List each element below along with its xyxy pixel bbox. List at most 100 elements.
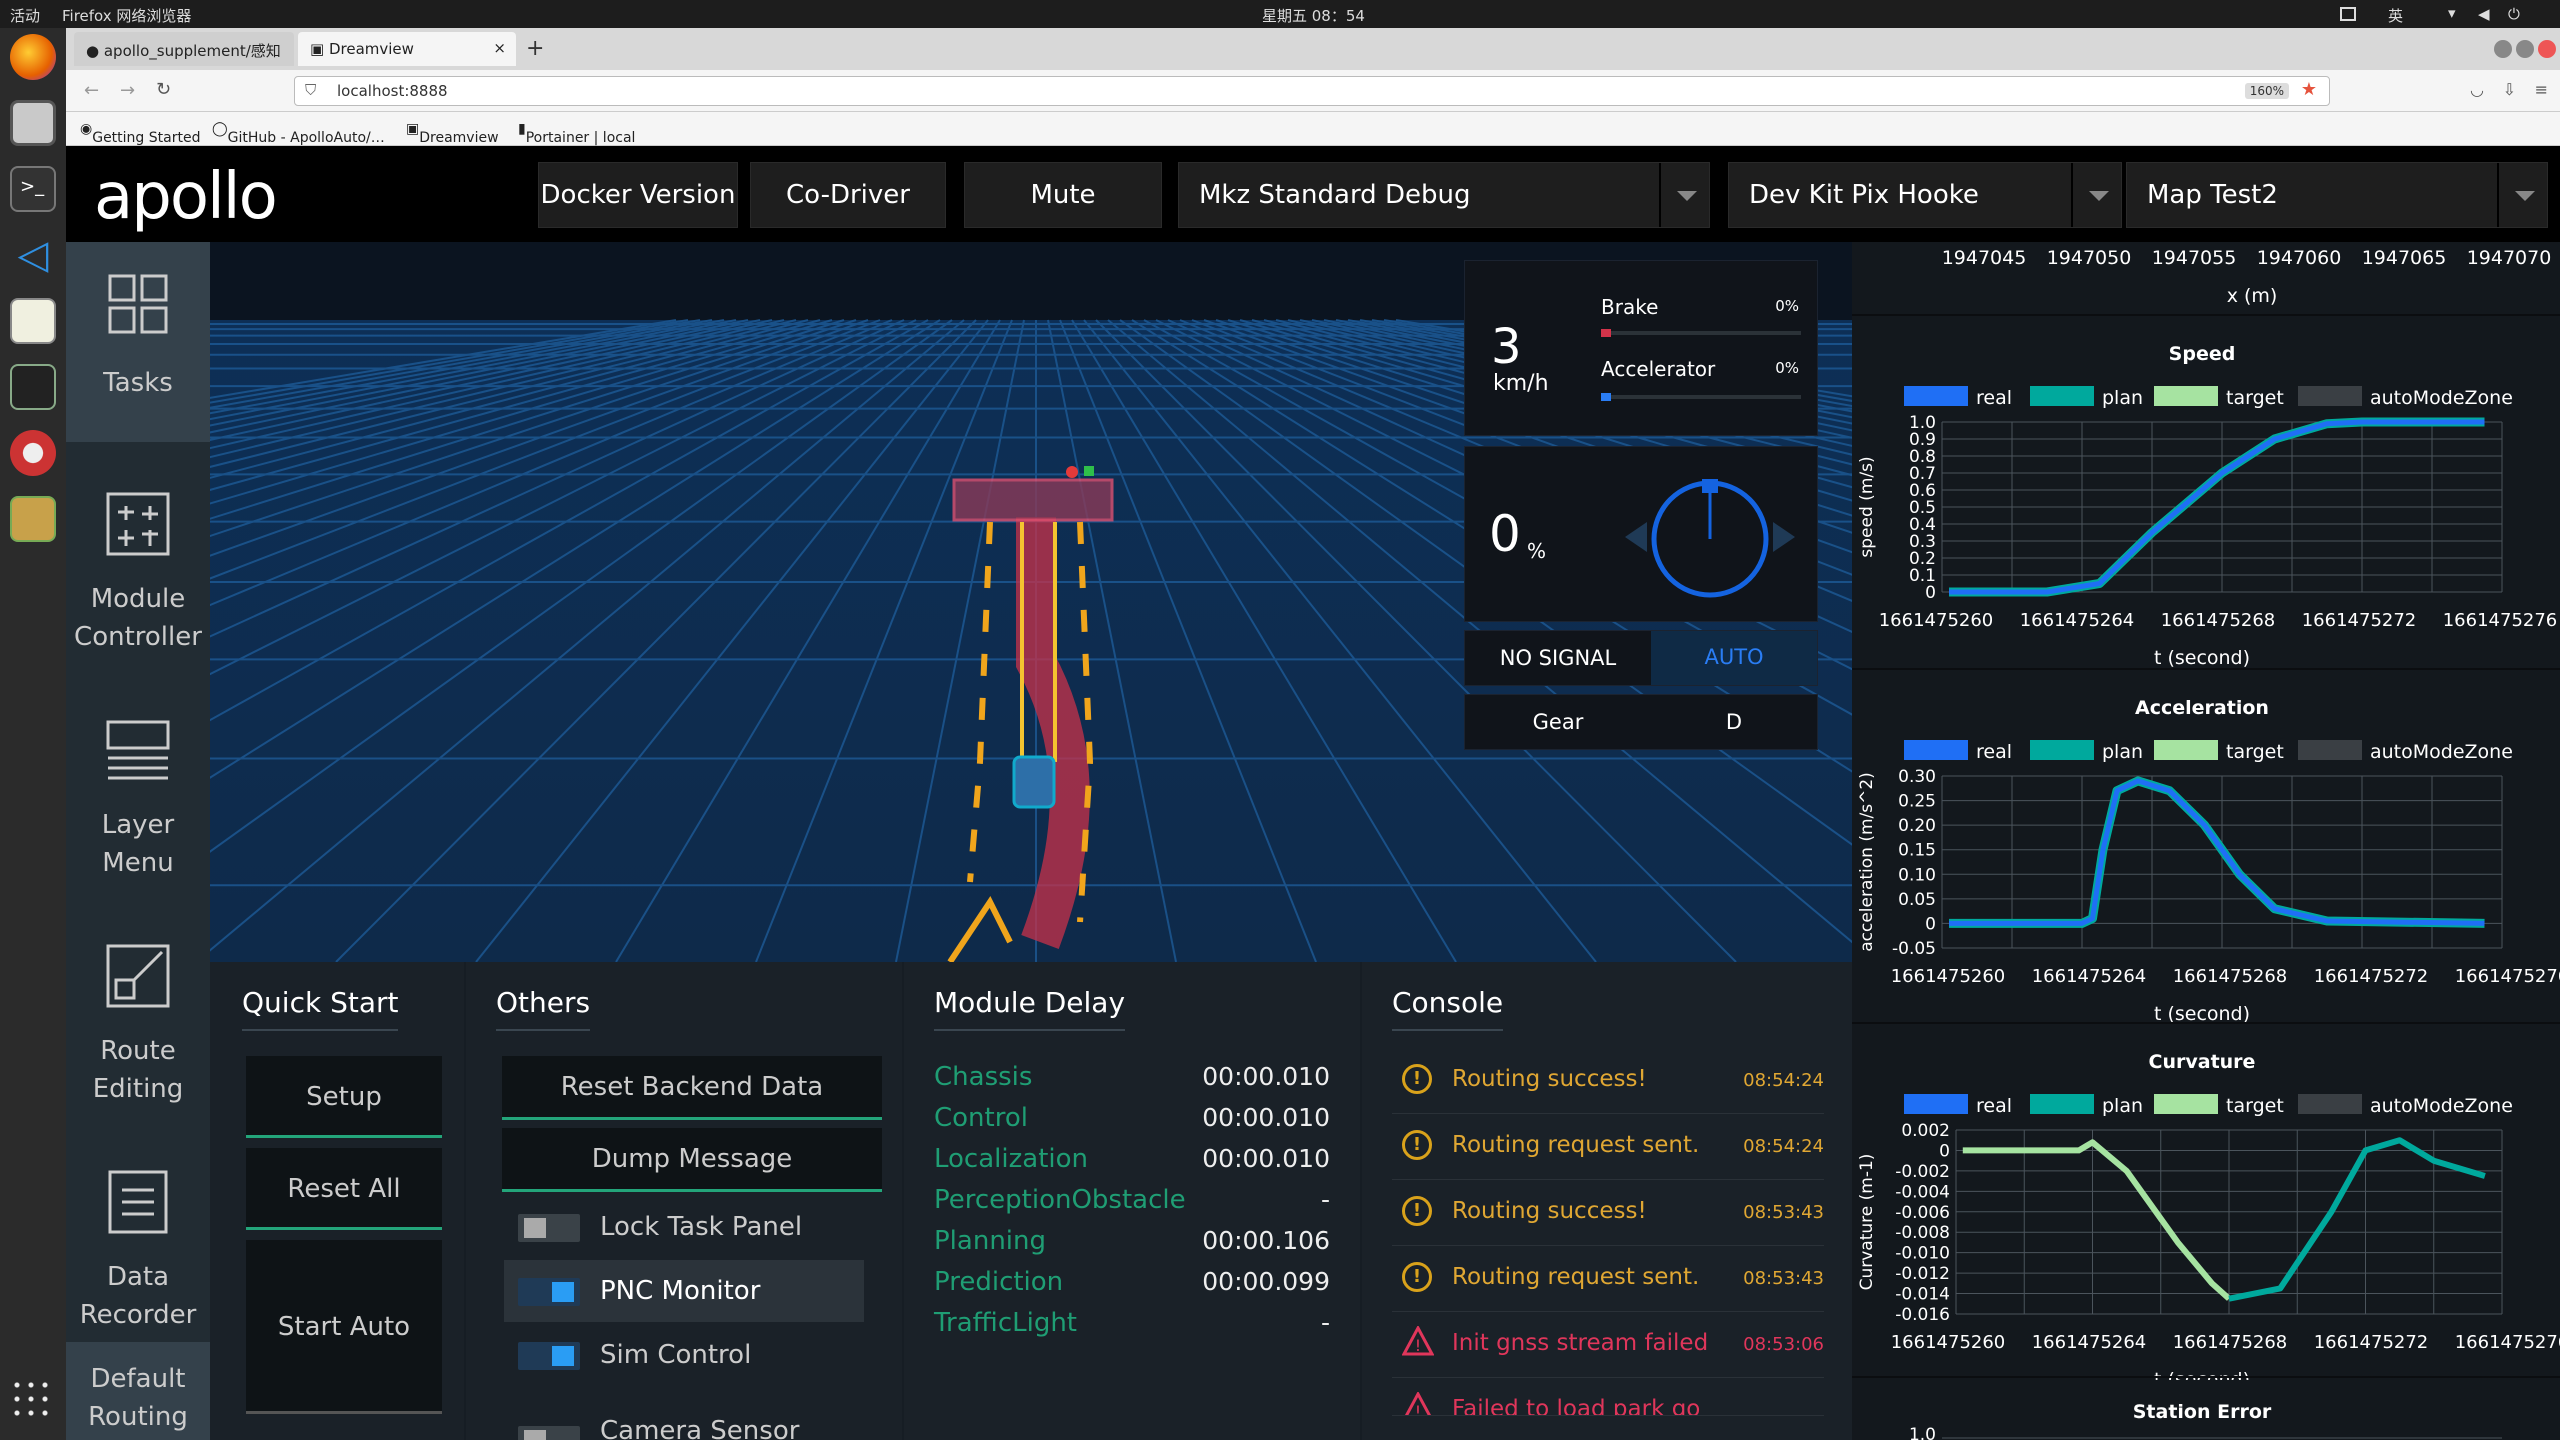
pnc-monitor-charts[interactable]: 1947045 1947050 1947055 1947060 1947065 19470… [1852,242,2560,1440]
menu-icon[interactable]: ≡ [2535,80,2548,99]
legend-label: target [2226,387,2284,409]
steering-panel: 0 % [1464,446,1818,622]
activities-button[interactable]: 活动 [10,5,40,26]
dump-message-button[interactable]: Dump Message [502,1128,882,1192]
legend-swatch[interactable] [2154,740,2218,760]
power-icon[interactable]: ⏻ [2508,5,2520,23]
setup-button[interactable]: Setup [246,1056,442,1138]
browser-tab-active[interactable]: ▣ Dreamview × [298,32,516,66]
chart-speed: Speed real plan target autoModeZone 1.0 0.9 0.8… [1852,314,2560,670]
toggle-knob [524,1218,546,1238]
legend-swatch[interactable] [2030,386,2094,406]
file-manager-icon[interactable] [10,100,56,146]
sidebar-item-route-editing[interactable]: Route Editing [66,914,210,1114]
bookmark-github[interactable]: ◯ GitHub - ApolloAuto/… [212,121,385,146]
mute-button[interactable]: Mute [964,162,1162,228]
legend-swatch[interactable] [1904,386,1968,406]
vehicle-select[interactable]: Dev Kit Pix Hooke [1728,162,2122,228]
vscode-icon[interactable]: ◁ [10,232,56,278]
camera-sensor-toggle[interactable]: Camera Sensor [466,1386,902,1440]
reload-icon[interactable]: ↻ [156,79,171,100]
back-icon[interactable]: ← [84,80,99,101]
chart-svg: Curvature real plan target autoModeZone 0.002… [1857,1051,2560,1380]
pocket-icon[interactable]: ◡ [2470,80,2484,99]
legend-swatch[interactable] [2030,740,2094,760]
zoom-badge[interactable]: 160% [2244,83,2289,99]
legend-swatch[interactable] [1904,1094,1968,1114]
y-tick-label: 0.15 [1898,841,1936,861]
mode-select[interactable]: Mkz Standard Debug [1178,162,1710,228]
archive-icon[interactable] [10,496,56,542]
sim-control-toggle[interactable]: Sim Control [466,1324,902,1384]
settings-icon[interactable] [10,430,56,476]
sidebar-item-default-routing[interactable]: Default Routing [66,1342,210,1440]
bookmark-getting-started[interactable]: ◉ Getting Started [80,121,200,146]
legend-swatch[interactable] [2154,386,2218,406]
docker-version-button[interactable]: Docker Version [538,162,738,228]
y-tick-label: 0.10 [1898,865,1936,885]
map-select[interactable]: Map Test2 [2126,162,2548,228]
system-monitor-icon[interactable] [10,364,56,410]
app-header: apollo Docker Version Co-Driver Mute Mkz… [66,146,2560,242]
app-grid-icon[interactable] [10,1378,56,1424]
download-icon[interactable]: ⇩ [2503,80,2516,99]
close-window-icon[interactable] [2538,40,2556,58]
browser-tab[interactable]: ● apollo_supplement/感知 [74,32,294,66]
legend-swatch[interactable] [2298,740,2362,760]
url-bar[interactable]: ⛉ localhost:8888 160% ★ [294,76,2330,106]
console-panel: Console ! Routing success! 08:54:24! Routin… [1362,962,1852,1440]
lock-task-panel-toggle[interactable]: Lock Task Panel [466,1198,902,1258]
route-icon [106,944,170,1008]
drive-mode-status[interactable]: AUTO [1651,631,1817,685]
bookmark-dreamview[interactable]: ▣ Dreamview [406,121,499,146]
terminal-icon[interactable]: >_ [10,166,56,212]
reset-backend-data-button[interactable]: Reset Backend Data [502,1056,882,1120]
module-delay-value: 00:00.010 [1202,1103,1330,1132]
sidebar-item-data-recorder[interactable]: Data Recorder [66,1140,210,1340]
x-tick-label: 1661475268 [2173,1332,2288,1353]
svg-text:!: ! [1415,1402,1421,1416]
legend-swatch[interactable] [1904,740,1968,760]
bookmark-star-icon[interactable]: ★ [2301,79,2317,100]
pnc-monitor-toggle[interactable]: PNC Monitor [504,1260,864,1322]
text-editor-icon[interactable] [10,298,56,344]
start-auto-button[interactable]: Start Auto [246,1240,442,1414]
sidebar-item-module-controller[interactable]: Module Controller [66,462,210,662]
console-timestamp: 08:54:24 [1743,1136,1824,1157]
bookmark-portainer[interactable]: ▮ Portainer | local [518,121,635,146]
legend-swatch[interactable] [2030,1094,2094,1114]
screen-icon[interactable] [2340,7,2356,21]
tab-label: Dreamview [328,40,414,58]
module-delay-title: Module Delay [934,986,1126,1031]
network-icon[interactable]: ▾ [2448,4,2456,22]
volume-icon[interactable]: ◀ [2478,5,2490,23]
clock[interactable]: 星期五 08：54 [1262,5,1365,26]
legend-swatch[interactable] [2298,386,2362,406]
close-tab-icon[interactable]: × [493,39,506,57]
sidebar-item-layer-menu[interactable]: Layer Menu [66,688,210,888]
legend-label: autoModeZone [2370,741,2513,763]
module-icon [106,492,170,556]
maximize-icon[interactable] [2516,40,2534,58]
module-delay-panel: Module Delay Chassis 00:00.010 Control 00:0… [904,962,1360,1440]
forward-icon[interactable]: → [120,80,135,101]
firefox-icon[interactable] [10,34,56,80]
sidebar-item-tasks[interactable]: Tasks [66,242,210,442]
chart-title: Speed [2169,343,2236,365]
y-tick-label: 0 [1925,583,1936,603]
module-name: Prediction [934,1267,1064,1297]
app-menu[interactable]: Firefox 网络浏览器 [62,5,191,26]
gear-label: Gear [1532,710,1584,734]
legend-label: plan [2102,1095,2143,1117]
input-method[interactable]: 英 [2388,5,2403,26]
legend-swatch[interactable] [2298,1094,2362,1114]
legend-swatch[interactable] [2154,1094,2218,1114]
console-entry: ! Init gnss stream failed 08:53:06 [1392,1314,1824,1378]
scene-view[interactable]: 3 km/h Brake 0% Accelerator 0% 0 % NO SI… [210,242,1852,962]
bookmark-label: Dreamview [419,130,499,146]
y-tick-label: 0 [1925,914,1936,934]
co-driver-button[interactable]: Co-Driver [750,162,946,228]
new-tab-icon[interactable]: + [526,36,544,61]
reset-all-button[interactable]: Reset All [246,1148,442,1230]
minimize-icon[interactable] [2494,40,2512,58]
